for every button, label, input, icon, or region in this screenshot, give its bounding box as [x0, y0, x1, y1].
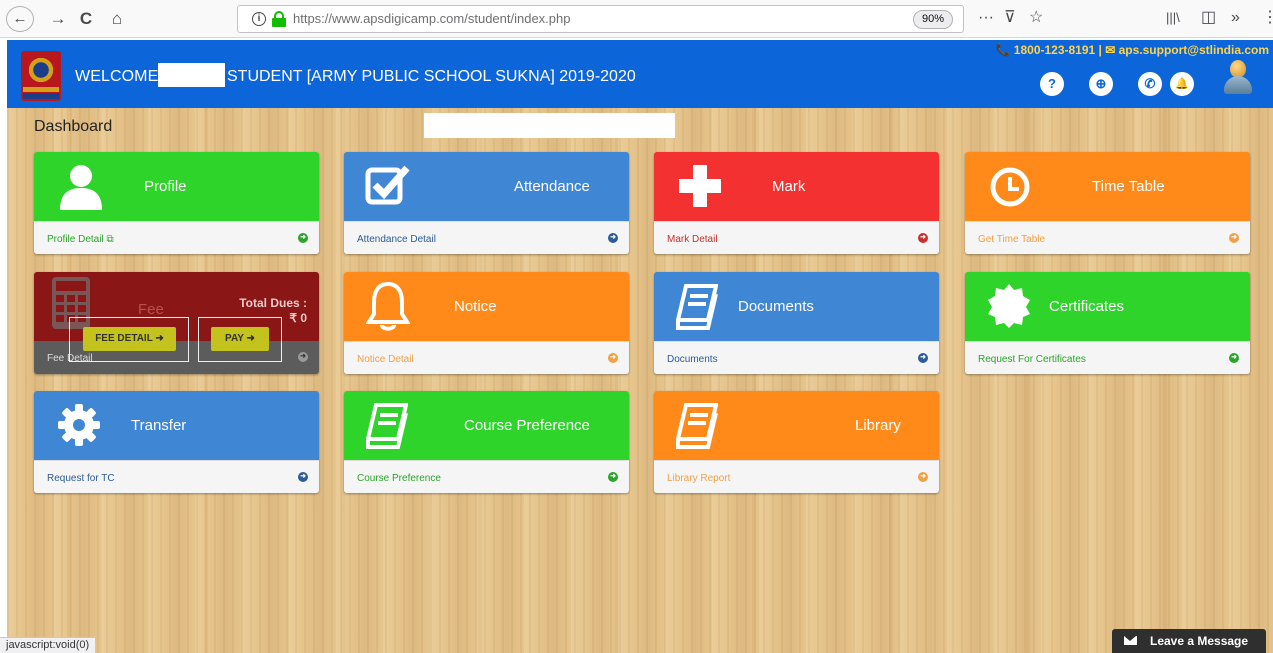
certificates-link[interactable]: Request For Certificates — [978, 354, 1086, 365]
book-icon — [676, 284, 718, 330]
plus-icon — [679, 165, 721, 207]
certificates-card[interactable]: Certificates Request For Certificates ➜ — [965, 272, 1250, 374]
arrow-circle-icon[interactable]: ➜ — [918, 353, 928, 363]
home-button[interactable]: ⌂ — [105, 6, 129, 32]
browser-toolbar: ← → C ⌂ i https://www.apsdigicamp.com/st… — [0, 0, 1273, 38]
transfer-title: Transfer — [131, 417, 187, 434]
overflow-icon[interactable]: » — [1231, 8, 1240, 28]
book-icon — [366, 403, 408, 449]
timetable-link[interactable]: Get Time Table — [978, 234, 1045, 245]
status-bar: javascript:void(0) — [0, 637, 97, 653]
envelope-icon — [1124, 636, 1137, 645]
pocket-icon[interactable]: ⊽ — [1004, 8, 1016, 28]
library-card[interactable]: Library Library Report ➜ — [654, 391, 939, 493]
pay-button[interactable]: PAY ➜ — [211, 327, 269, 351]
leave-message-button[interactable]: Leave a Message — [1112, 629, 1266, 653]
profile-title: Profile — [144, 178, 187, 195]
phone-icon[interactable]: ✆ — [1138, 72, 1162, 96]
reload-button[interactable]: C — [74, 6, 98, 32]
forward-button[interactable]: → — [47, 6, 69, 32]
arrow-circle-icon[interactable]: ➜ — [918, 472, 928, 482]
documents-card[interactable]: Documents Documents ➜ — [654, 272, 939, 374]
contact-info: 📞 1800-123-8191 | ✉ aps.support@stlindia… — [995, 43, 1269, 57]
arrow-circle-icon[interactable]: ➜ — [608, 233, 618, 243]
arrow-circle-icon[interactable]: ➜ — [298, 352, 308, 362]
school-title: STUDENT [ARMY PUBLIC SCHOOL SUKNA] 2019-… — [227, 68, 636, 85]
url-text[interactable]: https://www.apsdigicamp.com/student/inde… — [293, 11, 570, 26]
user-avatar[interactable] — [1224, 60, 1252, 94]
url-bar[interactable]: i https://www.apsdigicamp.com/student/in… — [237, 5, 964, 33]
timetable-title: Time Table — [1092, 178, 1165, 195]
lock-icon[interactable] — [272, 11, 286, 27]
page-actions-icon[interactable]: ··· — [978, 8, 994, 28]
arrow-circle-icon[interactable]: ➜ — [608, 353, 618, 363]
attendance-card[interactable]: Attendance Attendance Detail ➜ — [344, 152, 629, 254]
gear-icon — [58, 404, 100, 446]
arrow-circle-icon[interactable]: ➜ — [1229, 233, 1239, 243]
course-preference-title: Course Preference — [464, 417, 590, 434]
book-icon — [676, 403, 718, 449]
attendance-title: Attendance — [514, 178, 590, 195]
page-title: Dashboard — [34, 118, 113, 135]
course-preference-card[interactable]: Course Preference Course Preference ➜ — [344, 391, 629, 493]
bookmark-star-icon[interactable]: ☆ — [1029, 8, 1043, 28]
notice-bar — [424, 113, 675, 138]
school-logo — [21, 51, 61, 101]
notice-card[interactable]: Notice Notice Detail ➜ — [344, 272, 629, 374]
fee-detail-button[interactable]: FEE DETAIL ➜ — [83, 327, 176, 351]
notice-title: Notice — [454, 298, 497, 315]
library-title: Library — [855, 417, 901, 434]
mark-detail-link[interactable]: Mark Detail — [667, 234, 718, 245]
bell-icon — [366, 281, 410, 331]
notice-detail-link[interactable]: Notice Detail — [357, 354, 414, 365]
help-icon[interactable]: ? — [1040, 72, 1064, 96]
transfer-card[interactable]: Transfer Request for TC ➜ — [34, 391, 319, 493]
bell-icon[interactable]: 🔔 — [1170, 72, 1194, 96]
clock-icon — [990, 167, 1030, 207]
redacted-name — [158, 63, 225, 87]
certificates-title: Certificates — [1049, 298, 1125, 315]
library-report-link[interactable]: Library Report — [667, 473, 730, 484]
zoom-indicator[interactable]: 90% — [912, 10, 953, 29]
documents-title: Documents — [738, 298, 814, 315]
support-icon[interactable]: ⊕ — [1089, 72, 1113, 96]
fee-card[interactable]: Fee Total Dues : ₹ 0 Fee Detail ➜ FEE DE… — [34, 272, 319, 374]
arrow-circle-icon[interactable]: ➜ — [298, 233, 308, 243]
profile-detail-link[interactable]: Profile Detail ⧉ — [47, 234, 114, 245]
back-button[interactable]: ← — [6, 6, 34, 32]
menu-icon[interactable]: ⋮ — [1262, 8, 1273, 28]
checkbox-icon — [365, 165, 410, 205]
fee-title: Fee — [138, 301, 164, 318]
arrow-circle-icon[interactable]: ➜ — [608, 472, 618, 482]
external-link-icon: ⧉ — [106, 234, 114, 245]
attendance-detail-link[interactable]: Attendance Detail — [357, 234, 436, 245]
profile-card[interactable]: Profile Profile Detail ⧉ ➜ — [34, 152, 319, 254]
mark-title: Mark — [772, 178, 806, 195]
tc-request-link[interactable]: Request for TC — [47, 473, 115, 484]
documents-link[interactable]: Documents — [667, 354, 718, 365]
timetable-card[interactable]: Time Table Get Time Table ➜ — [965, 152, 1250, 254]
user-icon — [60, 165, 102, 210]
sidebar-icon[interactable]: ◫ — [1201, 8, 1216, 28]
certificate-badge-icon — [988, 284, 1030, 328]
app-header: WELCOME STUDENT [ARMY PUBLIC SCHOOL SUKN… — [7, 40, 1273, 108]
arrow-circle-icon[interactable]: ➜ — [298, 472, 308, 482]
library-icon[interactable]: |||\ — [1166, 8, 1180, 28]
arrow-circle-icon[interactable]: ➜ — [1229, 353, 1239, 363]
welcome-text: WELCOME — [75, 68, 159, 85]
mark-card[interactable]: Mark Mark Detail ➜ — [654, 152, 939, 254]
info-icon[interactable]: i — [252, 12, 266, 26]
arrow-circle-icon[interactable]: ➜ — [918, 233, 928, 243]
course-preference-link[interactable]: Course Preference — [357, 473, 441, 484]
